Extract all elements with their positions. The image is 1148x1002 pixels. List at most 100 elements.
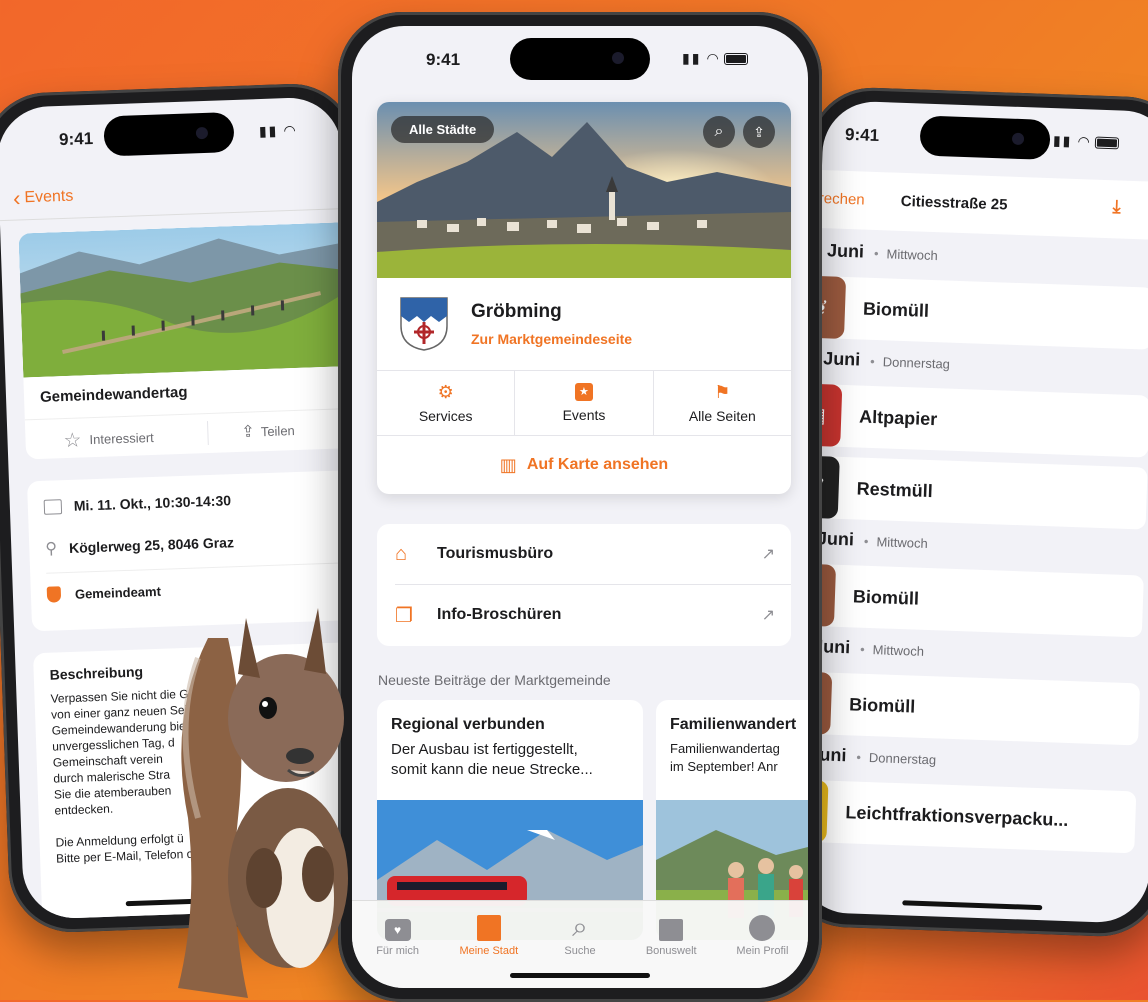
event-date: Mi. 11. Okt., 10:30-14:30 [73,492,232,514]
news-text-line: somit kann die neue Strecke... [391,761,593,778]
status-time: 9:41 [58,128,94,150]
tab-label: Suche [564,945,596,957]
event-date-row: Mi. 11. Okt., 10:30-14:30 [43,492,232,515]
card-divider [24,407,365,421]
battery-icon [1094,136,1120,150]
map-link-label: Auf Karte ansehen [526,456,669,473]
news-text-line: Der Ausbau ist fertiggestellt, [391,741,578,758]
event-address-row[interactable]: ⚲ Köglerweg 25, 8046 Graz [45,532,234,559]
signal-wifi-battery-icon: ▮▮ ◠ [1053,132,1120,151]
news-text: Familienwandertag im September! Anr [656,734,808,776]
tab-label: Mein Profil [736,945,789,957]
tab-label: Bonuswelt [645,945,697,957]
signal-wifi-icon: ▮▮ ◠ [258,121,298,140]
battery-icon [724,53,749,66]
waste-calendar-list: JuniMittwoch ❦ Biomüll JuniDonnerstag ▤ … [795,240,1148,864]
shield-icon [46,586,62,603]
back-button[interactable]: ‹ Events [13,184,74,212]
share-button[interactable]: ⇪ Teilen [241,420,295,442]
home-indicator [902,900,1043,911]
dynamic-island [103,111,235,157]
link-list-card: ⌂ Tourismusbüro ↗ ❐ Info-Broschüren ↗ [377,524,791,646]
status-time: 9:41 [426,50,461,69]
quick-actions: ⚙ Services ★ Events ⚑ Alle Seiten [377,371,791,435]
store-icon: ⌂ [395,542,408,565]
link-info-broschueren[interactable]: ❐ Info-Broschüren ↗ [377,585,791,645]
news-title: Regional verbunden [391,716,545,733]
tab-label: Für mich [376,945,419,957]
profile-icon [749,915,776,941]
waste-item-biomuell[interactable]: ❦ Biomüll [795,670,1141,746]
external-link-icon: ↗ [761,607,775,624]
city-card: Alle Städte ⌕ ⇪ Gröbming Zur Marktgemein… [377,102,791,494]
interested-button[interactable]: ☆ Interessiert [63,425,154,453]
waste-item-restmuell[interactable]: 🗑 Restmüll [795,455,1148,530]
news-text-line: Familienwandertag [670,741,780,756]
details-divider [46,561,369,574]
news-section-label: Neueste Beiträge der Marktgemeinde [378,672,611,688]
center-phone: 9:41 ▮▮ ◠ Alle Städte ⌕ ⇪ Gröbming Zur M… [338,12,822,1002]
star-outline-icon: ☆ [63,429,82,453]
home-indicator [510,973,650,978]
tab-mein-profil[interactable]: Mein Profil [717,911,808,988]
documents-icon: ❐ [395,604,413,627]
external-link-icon: ↗ [761,546,775,563]
map-icon: ▥ [499,454,517,475]
location-pin-icon: ⚲ [45,540,58,558]
search-icon[interactable]: ⌕ [703,116,735,148]
flag-icon: ⚑ [714,382,731,402]
event-image [18,221,364,378]
share-icon: ⇪ [241,423,256,441]
hikers-landscape-image [18,221,364,378]
heart-box-icon: ♥ [384,919,411,941]
tab-label: Meine Stadt [459,945,519,957]
calendar-star-icon: ★ [574,383,593,401]
link-label: Tourismusbüro [437,545,554,562]
center-phone-screen: 9:41 ▮▮ ◠ Alle Städte ⌕ ⇪ Gröbming Zur M… [352,26,808,988]
chevron-left-icon: ‹ [12,185,21,211]
quick-action-services[interactable]: ⚙ Services [377,371,516,435]
event-organizer-row[interactable]: Gemeindeamt [46,583,162,603]
news-text: Der Ausbau ist fertiggestellt, somit kan… [377,734,643,780]
all-cities-chip[interactable]: Alle Städte [391,116,495,143]
action-divider [206,421,209,446]
download-icon[interactable]: ⤓ [1112,196,1121,217]
quick-action-label: Services [418,408,473,424]
gift-icon [659,919,684,941]
dynamic-island [510,38,650,80]
waste-item-biomuell[interactable]: ❦ Biomüll [795,563,1144,638]
squirrel-mascot-image [178,608,348,998]
waste-item-biomuell[interactable]: ❦ Biomüll [795,275,1148,350]
status-time: 9:41 [844,124,880,146]
buildings-icon [476,915,501,941]
town-page-link[interactable]: Zur Marktgemeindeseite [471,331,632,347]
calendar-icon [43,498,63,515]
back-button[interactable]: rechen [819,190,865,209]
search-icon: ⌕ [572,911,588,942]
waste-item-altpapier[interactable]: ▤ Altpapier [795,383,1148,458]
address-title: Citiesstraße 25 [900,192,1008,214]
event-organizer: Gemeindeamt [74,583,162,602]
interested-label: Interessiert [89,429,155,448]
quick-action-all-pages[interactable]: ⚑ Alle Seiten [654,371,791,435]
news-title: Familienwandert [670,716,797,733]
quick-action-label: Events [562,407,606,423]
right-phone: 9:41 ▮▮ ◠ rechen Citiesstraße 25 ⤓ JuniM… [781,85,1148,939]
event-address: Köglerweg 25, 8046 Graz [68,534,235,556]
dynamic-island [919,115,1051,160]
share-icon[interactable]: ⇪ [743,116,775,148]
link-tourismusbuero[interactable]: ⌂ Tourismusbüro ↗ [377,524,791,584]
event-card[interactable]: Gemeindewandertag ☆ Interessiert ⇪ Teile… [18,221,367,460]
waste-header: rechen Citiesstraße 25 ⤓ [819,170,1148,241]
map-link[interactable]: ▥ Auf Karte ansehen [377,436,791,494]
city-hero-image: Alle Städte ⌕ ⇪ [377,102,791,278]
quick-action-events[interactable]: ★ Events [515,371,654,435]
coat-of-arms-icon [400,297,448,351]
city-header: Gröbming Zur Marktgemeindeseite [377,278,791,370]
news-text-line: im September! Anr [670,759,778,774]
right-phone-screen: 9:41 ▮▮ ◠ rechen Citiesstraße 25 ⤓ JuniM… [795,100,1148,924]
link-label: Info-Broschüren [437,606,562,623]
share-label: Teilen [260,422,295,439]
signal-wifi-battery-icon: ▮▮ ◠ [682,50,749,67]
waste-item-leichtfraktion[interactable]: ▯ Leichtfraktionsverpacku... [795,778,1137,854]
